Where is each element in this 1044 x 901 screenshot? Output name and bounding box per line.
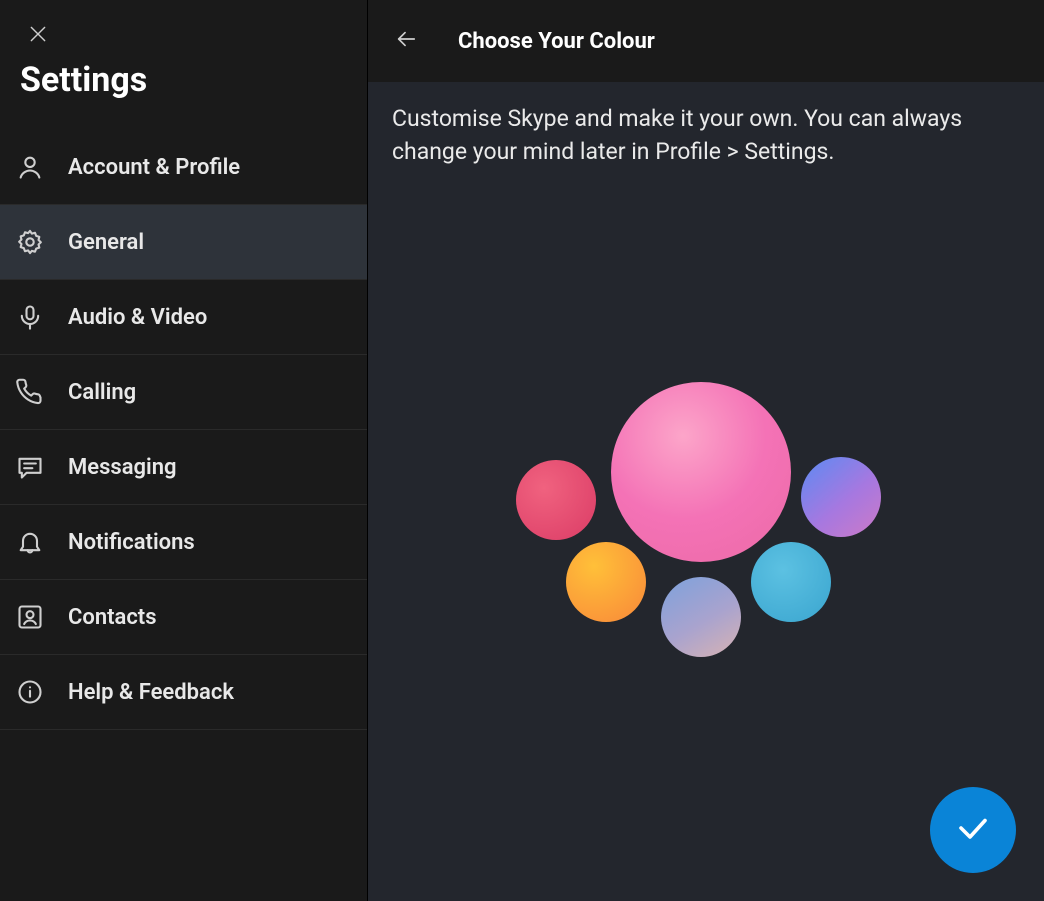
nav-item-label: Messaging [68,455,177,480]
nav-item-notifications[interactable]: Notifications [0,505,367,580]
arrow-left-icon [393,28,419,54]
colour-option-lavender[interactable] [661,577,741,657]
nav-item-label: Account & Profile [68,155,240,180]
colour-option-teal[interactable] [751,542,831,622]
close-icon [28,24,48,48]
nav-item-label: Contacts [68,605,157,630]
contact-icon [14,601,46,633]
nav-item-general[interactable]: General [0,205,367,280]
bell-icon [14,526,46,558]
colour-option-orange[interactable] [566,542,646,622]
nav-item-label: Audio & Video [68,305,207,330]
main-title: Choose Your Colour [458,29,655,54]
nav-item-label: Calling [68,380,136,405]
colour-option-purple-blue[interactable] [801,457,881,537]
nav-item-label: Notifications [68,530,195,555]
confirm-button[interactable] [930,787,1016,873]
nav-item-calling[interactable]: Calling [0,355,367,430]
phone-icon [14,376,46,408]
main-panel: Choose Your Colour Customise Skype and m… [368,0,1044,901]
nav-item-label: General [68,230,144,255]
main-body: Customise Skype and make it your own. Yo… [368,82,1044,901]
nav-item-help-feedback[interactable]: Help & Feedback [0,655,367,730]
nav-item-messaging[interactable]: Messaging [0,430,367,505]
back-button[interactable] [388,23,424,59]
nav-item-contacts[interactable]: Contacts [0,580,367,655]
mic-icon [14,301,46,333]
settings-sidebar: Settings Account & Profile [0,0,368,901]
colour-illustration [516,382,896,682]
info-icon [14,676,46,708]
message-icon [14,451,46,483]
colour-option-red[interactable] [516,460,596,540]
sidebar-header: Settings [0,0,367,130]
gear-icon [14,226,46,258]
main-header: Choose Your Colour [368,0,1044,82]
nav-item-account-profile[interactable]: Account & Profile [0,130,367,205]
person-icon [14,151,46,183]
close-button[interactable] [20,18,56,54]
colour-option-pink[interactable] [611,382,791,562]
settings-nav: Account & Profile General [0,130,367,730]
settings-title: Settings [20,60,347,118]
nav-item-label: Help & Feedback [68,680,234,705]
main-description: Customise Skype and make it your own. Yo… [392,102,992,169]
check-icon [955,810,991,850]
nav-item-audio-video[interactable]: Audio & Video [0,280,367,355]
